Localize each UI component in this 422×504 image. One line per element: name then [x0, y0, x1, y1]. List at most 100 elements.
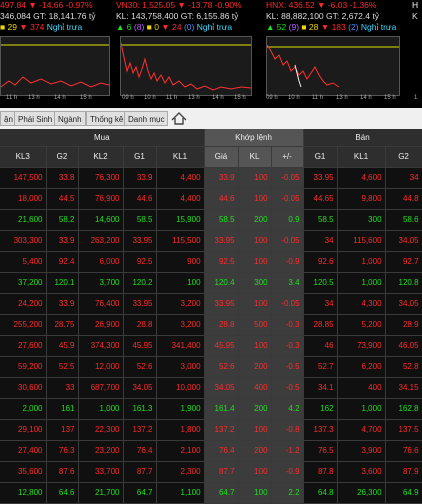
column-header-change[interactable]: +/-	[271, 146, 304, 168]
cell-ask-g2: 64.9	[385, 482, 422, 504]
volume-spike-line	[294, 64, 302, 88]
cell-kl3: 5,400	[0, 251, 47, 273]
tab-nganh[interactable]: Ngành	[54, 111, 86, 126]
tab-thong-ke[interactable]: Thống kê	[86, 111, 128, 126]
column-header-ask-g2[interactable]: G2	[385, 146, 422, 168]
cell-kl1: 4,400	[156, 167, 205, 189]
cell-ask-kl1: 400	[337, 377, 386, 399]
table-row[interactable]: 27,400 76.3 23,200 76.4 2,100 76.4 200 -1.2 76.5…	[0, 440, 422, 462]
column-header-ask-g1[interactable]: G1	[303, 146, 338, 168]
down-arrow-icon: ▼	[161, 22, 170, 32]
volume-line: KL: 88,882,100 GT: 2,672.4 tỷ	[266, 11, 379, 21]
table-row[interactable]: 37,200 120.1 3,700 120.2 100 120.4 300 3.4 120.5…	[0, 272, 422, 294]
time-tick: 09 h	[122, 95, 134, 101]
cell-ask-g1: 87.8	[303, 461, 338, 483]
index-panel-hnx[interactable]: HNX: 436.52 ▼ -6.03 -1.36% KL: 88,882,10…	[266, 0, 406, 108]
index-panel-clipped[interactable]: H K 1	[412, 0, 422, 108]
cell-kl2: 33,700	[78, 461, 124, 483]
table-row[interactable]: 12,800 64.6 21,700 64.7 1,100 64.7 100 2.2 64.8 2…	[0, 482, 422, 504]
cell-ask-g2: 44.8	[385, 188, 422, 210]
column-header-kl3[interactable]: KL3	[0, 146, 47, 168]
cell-kl2: 21,700	[78, 482, 124, 504]
table-row[interactable]: 30,600 33 687,700 34.05 10,000 34.05 400 -0.5 34…	[0, 377, 422, 399]
index-panel-vn30[interactable]: VN30: 1,525.05 ▼ -13.78 -0.90% KL: 143,7…	[116, 0, 252, 108]
table-row[interactable]: 147,500 33.8 76,300 33.9 4,400 33.9 100 -0.05 33…	[0, 167, 422, 189]
cell-kl3: 24,200	[0, 293, 47, 315]
column-header-g2[interactable]: G2	[46, 146, 79, 168]
cell-kl: 100	[238, 482, 272, 504]
cell-kl2: 263,200	[78, 230, 124, 252]
cell-ask-g2: 120.8	[385, 272, 422, 294]
cell-kl1: 900	[156, 251, 205, 273]
table-row[interactable]: 5,400 92.4 6,000 92.5 900 92.5 100 -0.9 92.6 1,00…	[0, 251, 422, 273]
cell-gia: 45.95	[204, 335, 239, 357]
cell-g2: 76.3	[46, 440, 79, 462]
cell-g2: 87.6	[46, 461, 79, 483]
cell-gia: 120.4	[204, 272, 239, 294]
column-header-ask-kl1[interactable]: KL1	[337, 146, 386, 168]
cell-ask-g1: 33.95	[303, 167, 338, 189]
cell-ask-g2: 87.9	[385, 461, 422, 483]
cell-kl: 200	[238, 209, 272, 231]
column-header-kl[interactable]: KL	[238, 146, 272, 168]
cell-g2: 44.5	[46, 188, 79, 210]
cell-kl2: 374,300	[78, 335, 124, 357]
column-header-kl2[interactable]: KL2	[78, 146, 124, 168]
cell-g2: 28.75	[46, 314, 79, 336]
table-row[interactable]: 27,600 45.9 374,300 45.95 341,400 45.95 100 -0.…	[0, 335, 422, 357]
cell-kl: 200	[238, 440, 272, 462]
tab-phai-sinh[interactable]: Phái Sinh	[14, 111, 57, 126]
arrow-up-icon[interactable]	[170, 110, 188, 127]
cell-ask-g1: 34	[303, 230, 338, 252]
cell-gia: 33.95	[204, 293, 239, 315]
cell-ask-g1: 34.1	[303, 377, 338, 399]
column-header-kl1[interactable]: KL1	[156, 146, 205, 168]
time-tick: 13 h	[336, 95, 348, 101]
index-panel-vnindex[interactable]: 497.84 ▼ -14.66 -0.97% 346,084 GT: 18,14…	[0, 0, 112, 108]
cell-kl2: 22,300	[78, 419, 124, 441]
cell-g1: 161.3	[123, 398, 157, 420]
cell-change: 4.2	[271, 398, 304, 420]
cell-ask-g1: 46	[303, 335, 338, 357]
cell-kl1: 3,200	[156, 314, 205, 336]
table-row[interactable]: 24,200 33.9 76,400 33.95 3,200 33.95 100 -0.05 3…	[0, 293, 422, 315]
cell-kl1: 10,000	[156, 377, 205, 399]
table-row[interactable]: 29,100 137 22,300 137.2 1,800 137.2 100 -0.8 137…	[0, 419, 422, 441]
table-row[interactable]: 59,200 52.5 12,000 52.6 3,000 52.6 200 -0.5 52.7…	[0, 356, 422, 378]
cell-gia: 92.5	[204, 251, 239, 273]
table-row[interactable]: 2,000 161 1,000 161.3 1,900 161.4 200 4.2 162 1,0…	[0, 398, 422, 420]
cell-g2: 64.6	[46, 482, 79, 504]
column-header-g1[interactable]: G1	[123, 146, 157, 168]
table-row[interactable]: 18,000 44.5 76,900 44.6 4,400 44.6 100 -0.05 44.…	[0, 188, 422, 210]
index-series-line	[121, 42, 251, 91]
cell-ask-kl1: 9,800	[337, 188, 386, 210]
square-icon: ■	[0, 22, 6, 32]
cell-ask-g2: 34.05	[385, 293, 422, 315]
navigation-toolbar: ận Phái Sinh Ngành Thống kê Danh mục	[0, 108, 422, 130]
cell-kl1: 2,100	[156, 440, 205, 462]
cell-kl: 100	[238, 419, 272, 441]
index-value: 497.84 ▼ -14.66 -0.97%	[0, 0, 93, 10]
tab-danh-muc[interactable]: Danh mục	[124, 111, 169, 126]
cell-g1: 33.9	[123, 167, 157, 189]
table-row[interactable]: 303,300 33.9 263,200 33.95 115,500 33.95 100 -0…	[0, 230, 422, 252]
cell-change: 2.2	[271, 482, 304, 504]
cell-kl2: 76,400	[78, 293, 124, 315]
column-header-gia[interactable]: Giá	[204, 146, 239, 168]
table-row[interactable]: 21,600 58.2 14,600 58.5 15,900 58.5 200 0.9 58.5…	[0, 209, 422, 231]
cell-change: -0.9	[271, 251, 304, 273]
chart-svg	[267, 44, 399, 88]
cell-gia: 34.05	[204, 377, 239, 399]
cell-kl3: 29,100	[0, 419, 47, 441]
cell-kl1: 3,000	[156, 356, 205, 378]
chart-svg	[121, 42, 251, 91]
table-row[interactable]: 35,600 87.6 33,700 87.7 2,300 87.7 100 -0.9 87.8…	[0, 461, 422, 483]
cell-g2: 33.9	[46, 230, 79, 252]
cell-kl3: 303,300	[0, 230, 47, 252]
time-tick: 15 h	[80, 95, 92, 101]
cell-kl3: 27,400	[0, 440, 47, 462]
cell-change: 3.4	[271, 272, 304, 294]
table-row[interactable]: 255,200 28.75 26,900 28.8 3,200 28.8 500 -0.3 28…	[0, 314, 422, 336]
cell-kl: 100	[238, 293, 272, 315]
ceiling-count: (8)	[133, 22, 145, 32]
